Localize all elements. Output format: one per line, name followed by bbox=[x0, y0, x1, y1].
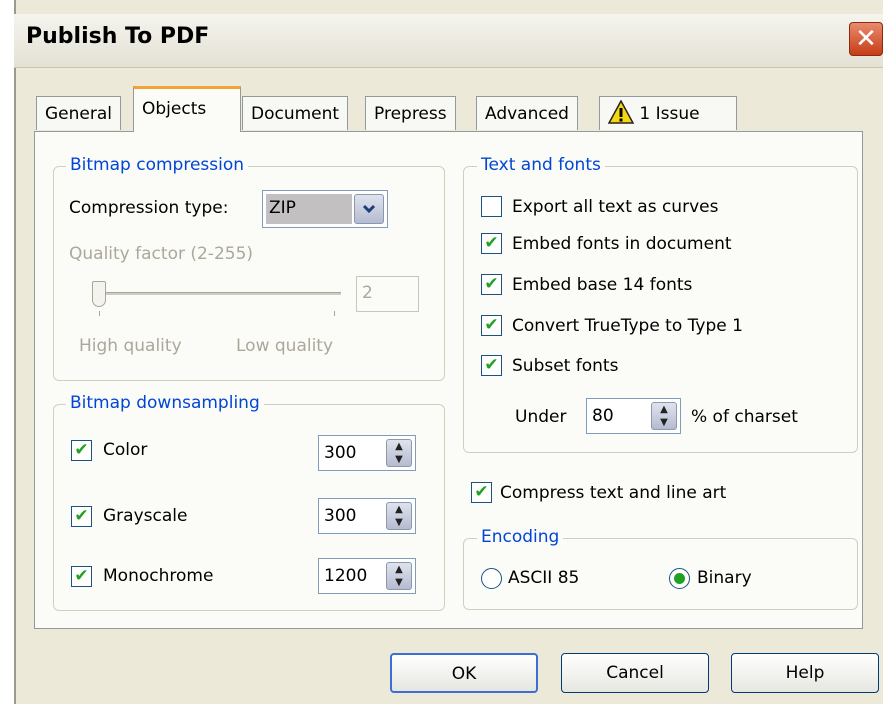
ok-button[interactable]: OK bbox=[390, 653, 538, 693]
embed-fonts-label: Embed fonts in document bbox=[512, 234, 732, 254]
spin-arrows-icon[interactable]: ▲ ▼ bbox=[386, 502, 412, 530]
check-icon: ✔ bbox=[484, 315, 499, 335]
under-label: Under bbox=[515, 407, 567, 427]
compress-text-checkbox[interactable]: ✔ bbox=[471, 482, 492, 503]
tab-prepress[interactable]: Prepress bbox=[365, 96, 456, 130]
chevron-down-icon[interactable] bbox=[354, 194, 384, 224]
compression-type-select[interactable]: ZIP bbox=[262, 190, 388, 228]
spin-arrows-icon[interactable]: ▲ ▼ bbox=[386, 439, 412, 467]
tab-advanced[interactable]: Advanced bbox=[476, 96, 578, 130]
color-label: Color bbox=[103, 440, 148, 460]
compress-text-label: Compress text and line art bbox=[500, 483, 727, 503]
binary-radio[interactable] bbox=[669, 568, 690, 589]
monochrome-resolution-spinner[interactable]: 1200 ▲ ▼ bbox=[318, 558, 416, 594]
monochrome-label: Monochrome bbox=[103, 566, 214, 586]
monochrome-checkbox[interactable]: ✔ bbox=[71, 566, 92, 587]
export-curves-label: Export all text as curves bbox=[512, 197, 719, 217]
ascii85-label: ASCII 85 bbox=[508, 568, 580, 588]
tab-objects[interactable]: Objects bbox=[133, 86, 241, 132]
subset-threshold-spinner[interactable]: 80 ▲ ▼ bbox=[586, 398, 681, 434]
check-icon: ✔ bbox=[74, 440, 89, 460]
ascii85-radio[interactable] bbox=[481, 568, 502, 589]
quality-slider-thumb[interactable] bbox=[92, 281, 106, 307]
help-button[interactable]: Help bbox=[731, 653, 879, 693]
bitmap-compression-title: Bitmap compression bbox=[66, 155, 249, 175]
charset-label: % of charset bbox=[691, 407, 798, 427]
encoding-title: Encoding bbox=[477, 527, 564, 547]
quality-tick-max bbox=[334, 311, 335, 316]
radio-selected-icon bbox=[674, 573, 685, 584]
window-title: Publish To PDF bbox=[26, 24, 210, 49]
cancel-button[interactable]: Cancel bbox=[561, 653, 709, 693]
check-icon: ✔ bbox=[74, 566, 89, 586]
grayscale-checkbox[interactable]: ✔ bbox=[71, 506, 92, 527]
embed-base14-label: Embed base 14 fonts bbox=[512, 275, 693, 295]
convert-truetype-label: Convert TrueType to Type 1 bbox=[512, 316, 743, 336]
close-icon[interactable]: ✕ bbox=[855, 24, 877, 54]
check-icon: ✔ bbox=[474, 482, 489, 502]
subset-fonts-checkbox[interactable]: ✔ bbox=[481, 355, 502, 376]
text-and-fonts-title: Text and fonts bbox=[477, 155, 605, 175]
high-quality-label: High quality bbox=[79, 336, 182, 356]
spin-arrows-icon[interactable]: ▲ ▼ bbox=[651, 402, 677, 430]
color-checkbox[interactable]: ✔ bbox=[71, 440, 92, 461]
check-icon: ✔ bbox=[484, 274, 499, 294]
subset-fonts-label: Subset fonts bbox=[512, 356, 619, 376]
close-button[interactable]: ✕ bbox=[849, 22, 883, 56]
grayscale-resolution-spinner[interactable]: 300 ▲ ▼ bbox=[318, 498, 416, 534]
color-resolution-spinner[interactable]: 300 ▲ ▼ bbox=[318, 435, 416, 471]
check-icon: ✔ bbox=[484, 355, 499, 375]
embed-fonts-checkbox[interactable]: ✔ bbox=[481, 233, 502, 254]
tab-general[interactable]: General bbox=[36, 96, 121, 130]
low-quality-label: Low quality bbox=[236, 336, 334, 356]
quality-slider-track bbox=[96, 292, 341, 295]
tab-issues[interactable]: 1 Issue bbox=[599, 96, 737, 130]
compression-type-value: ZIP bbox=[269, 198, 296, 218]
quality-tick-min bbox=[99, 311, 100, 316]
convert-truetype-checkbox[interactable]: ✔ bbox=[481, 315, 502, 336]
binary-label: Binary bbox=[697, 568, 752, 588]
check-icon: ✔ bbox=[74, 506, 89, 526]
check-icon: ✔ bbox=[484, 233, 499, 253]
tab-document[interactable]: Document bbox=[242, 96, 349, 130]
quality-factor-label: Quality factor (2-255) bbox=[69, 244, 254, 264]
warning-icon bbox=[607, 99, 635, 124]
grayscale-label: Grayscale bbox=[103, 506, 188, 526]
quality-factor-input[interactable]: 2 bbox=[356, 276, 419, 312]
compression-type-label: Compression type: bbox=[69, 198, 229, 218]
export-curves-checkbox[interactable] bbox=[481, 196, 502, 217]
bitmap-downsampling-title: Bitmap downsampling bbox=[66, 393, 264, 413]
tab-issues-label: 1 Issue bbox=[639, 104, 700, 124]
embed-base14-checkbox[interactable]: ✔ bbox=[481, 274, 502, 295]
spin-arrows-icon[interactable]: ▲ ▼ bbox=[386, 562, 412, 590]
